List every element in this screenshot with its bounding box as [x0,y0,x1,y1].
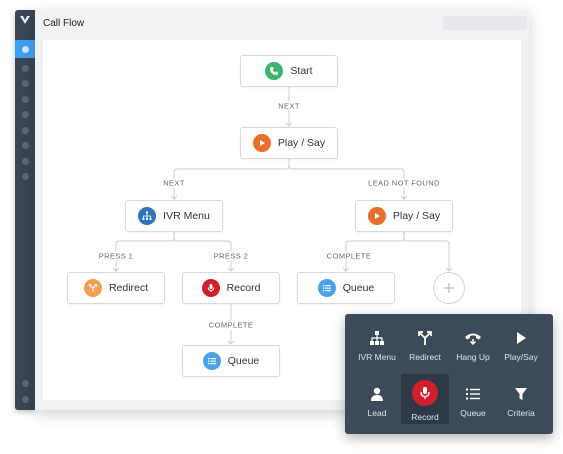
node-play-say[interactable]: Play / Say [240,127,338,159]
node-label: Play / Say [277,137,326,149]
node-label: Queue [342,282,375,294]
node-queue[interactable]: Queue [182,345,280,377]
edge-label-lead-not-found: LEAD NOT FOUND [365,178,443,188]
sitemap-icon [138,207,157,225]
sitemap-icon [369,330,385,346]
edge-label-complete: COMPLETE [323,251,375,261]
plus-icon [444,283,454,293]
node-start[interactable]: Start [240,55,338,87]
redirect-icon [417,330,433,346]
add-step-button[interactable] [433,272,465,304]
list-icon [317,279,336,297]
sidebar-item-call-flow[interactable] [15,40,35,58]
search-input[interactable] [443,16,527,30]
edge-label-next: NEXT [160,178,188,188]
node-ivr-menu[interactable]: IVR Menu [125,200,223,232]
palette-item-label: Play/Say [504,352,538,362]
palette-item-redirect[interactable]: Redirect [401,318,449,368]
sidebar-item-7[interactable] [22,142,29,149]
node-label: Record [226,282,261,294]
sidebar-item-settings[interactable] [22,380,29,387]
node-label: Queue [227,355,260,367]
action-palette: IVR Menu Redirect Hang Up Play/Say Lead … [345,314,553,434]
node-label: Start [290,65,313,77]
edge-label-next: NEXT [275,101,303,111]
app-sidebar [15,10,35,410]
palette-item-lead[interactable]: Lead [353,374,401,424]
sidebar-item-profile[interactable] [22,396,29,403]
palette-item-label: Record [411,412,439,422]
edge-label-press-2: PRESS 2 [210,251,252,261]
palette-item-label: Redirect [409,352,441,362]
palette-item-label: Queue [460,408,486,418]
sidebar-item-3[interactable] [22,80,29,87]
palette-item-play-say[interactable]: Play/Say [497,318,545,368]
call-flow-dot-icon [22,46,29,53]
filter-icon [514,386,528,402]
microphone-icon [412,380,438,406]
sidebar-item-2[interactable] [22,65,29,72]
play-icon [367,207,386,225]
node-label: Redirect [108,282,149,294]
palette-item-criteria[interactable]: Criteria [497,374,545,424]
edge-label-press-1: PRESS 1 [95,251,137,261]
play-icon [252,134,271,152]
sidebar-item-6[interactable] [22,127,29,134]
node-record[interactable]: Record [182,272,280,304]
microphone-icon [201,279,220,297]
node-redirect[interactable]: Redirect [67,272,165,304]
palette-item-label: Criteria [507,408,535,418]
sidebar-item-8[interactable] [22,158,29,165]
node-queue[interactable]: Queue [297,272,395,304]
node-label: Play / Say [392,210,441,222]
sidebar-item-9[interactable] [22,173,29,180]
redirect-icon [83,279,102,297]
list-icon [202,352,221,370]
palette-item-ivr-menu[interactable]: IVR Menu [353,318,401,368]
edge-label-complete: COMPLETE [205,320,257,330]
palette-item-record[interactable]: Record [401,374,449,424]
palette-item-label: IVR Menu [358,352,396,362]
palette-item-label: Lead [367,408,387,418]
palette-item-queue[interactable]: Queue [449,374,497,424]
play-icon [514,330,528,346]
node-play-say-lead[interactable]: Play / Say [355,200,453,232]
sidebar-item-5[interactable] [22,111,29,118]
page-title: Call Flow [43,18,85,29]
palette-item-label: Hang Up [456,352,490,362]
sidebar-item-4[interactable] [22,96,29,103]
node-label: IVR Menu [163,210,210,222]
phone-icon [265,62,284,80]
app-logo-icon[interactable] [15,10,35,30]
user-icon [370,386,384,402]
palette-item-hang-up[interactable]: Hang Up [449,318,497,368]
hang-up-icon [464,330,482,346]
list-icon [465,386,481,402]
